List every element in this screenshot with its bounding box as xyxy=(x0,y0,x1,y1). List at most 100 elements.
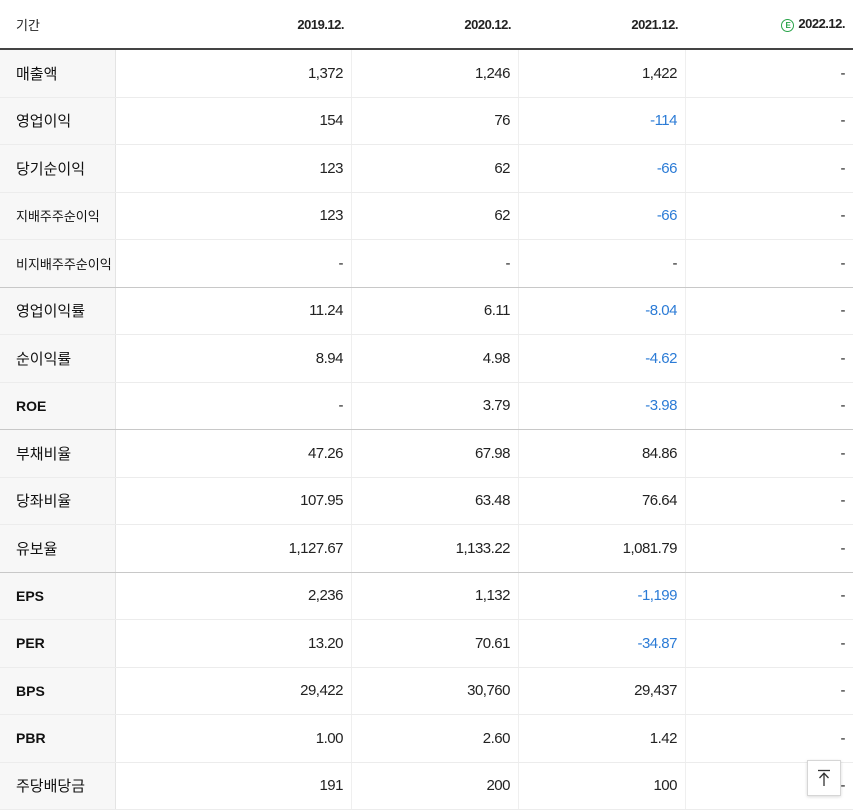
table-row: PER 13.20 70.61 -34.87 - xyxy=(0,620,853,668)
arrow-up-to-top-icon xyxy=(818,769,830,786)
table-cell: 100 xyxy=(519,762,686,809)
table-cell: - xyxy=(840,539,846,557)
table-cell: 84.86 xyxy=(519,430,686,477)
table-cell: 2.60 xyxy=(352,715,519,762)
table-cell: 1,246 xyxy=(352,50,519,97)
column-header-2021: 2021.12. xyxy=(631,16,678,32)
table-header: 기간 2019.12. 2020.12. 2021.12. E 2022.12. xyxy=(0,0,853,50)
table-cell: 1,132 xyxy=(352,572,519,619)
table-cell: 191 xyxy=(116,762,352,809)
table-row: PBR 1.00 2.60 1.42 - xyxy=(0,715,853,763)
table-cell: - xyxy=(116,382,352,429)
table-cell: 8.94 xyxy=(116,335,352,382)
row-label: 유보율 xyxy=(0,525,116,572)
table-cell: 70.61 xyxy=(352,620,519,667)
table-cell: 4.98 xyxy=(352,335,519,382)
table-cell: 1,127.67 xyxy=(116,525,352,572)
table-cell: 29,437 xyxy=(519,667,686,714)
table-cell: 30,760 xyxy=(352,667,519,714)
table-cell: 107.95 xyxy=(116,477,352,524)
table-cell: 1.42 xyxy=(519,715,686,762)
table-row: 영업이익 154 76 -114 - xyxy=(0,97,853,145)
table-cell: 2,236 xyxy=(116,572,352,619)
table-cell: 62 xyxy=(352,192,519,239)
table-row: 유보율 1,127.67 1,133.22 1,081.79 - xyxy=(0,525,853,573)
table-cell: 123 xyxy=(116,145,352,192)
table-cell: 1,422 xyxy=(519,50,686,97)
table-cell: -66 xyxy=(519,192,686,239)
table-row: 부채비율 47.26 67.98 84.86 - xyxy=(0,430,853,478)
table-cell: - xyxy=(840,112,846,130)
table-cell: - xyxy=(840,587,846,605)
table-row: BPS 29,422 30,760 29,437 - xyxy=(0,667,853,715)
table-cell: -114 xyxy=(519,97,686,144)
table-cell: - xyxy=(840,634,846,652)
table-cell: -4.62 xyxy=(519,335,686,382)
table-cell: - xyxy=(352,240,519,287)
table-cell: 63.48 xyxy=(352,477,519,524)
row-label: BPS xyxy=(0,667,116,714)
table-body: 매출액 1,372 1,246 1,422- 영업이익 154 76 -114- 당기순이익 12… xyxy=(0,50,853,810)
table-row: 당좌비율 107.95 63.48 76.64 - xyxy=(0,477,853,525)
table-cell: - xyxy=(840,349,846,367)
table-cell: 200 xyxy=(352,762,519,809)
column-header-2022: E 2022.12. xyxy=(686,16,853,32)
table-cell: - xyxy=(116,240,352,287)
estimate-badge-icon: E xyxy=(781,18,795,32)
table-cell: -8.04 xyxy=(519,287,686,334)
table-row: ROE -3.79 -3.98- xyxy=(0,382,853,430)
table-row: 순이익률 8.94 4.98 -4.62 - xyxy=(0,335,853,383)
table-cell: -3.98 xyxy=(519,382,686,429)
row-label: PBR xyxy=(0,715,116,762)
table-row: 매출액 1,372 1,246 1,422 - xyxy=(0,50,853,98)
table-cell: - xyxy=(840,682,846,700)
table-cell: 1,372 xyxy=(116,50,352,97)
table-row: 지배주주순이익 123 62 -66 - xyxy=(0,192,853,240)
table-cell: 1.00 xyxy=(116,715,352,762)
row-label: 매출액 xyxy=(0,50,116,97)
table-cell: 62 xyxy=(352,145,519,192)
row-label: 지배주주순이익 xyxy=(0,192,116,239)
row-label: 영업이익률 xyxy=(0,287,116,334)
row-label: 당기순이익 xyxy=(0,145,116,192)
table-cell: 29,422 xyxy=(116,667,352,714)
row-label: 순이익률 xyxy=(0,335,116,382)
row-label: PER xyxy=(0,620,116,667)
table-row: EPS 2,236 1,132 -1,199 - xyxy=(0,572,853,620)
table-cell: - xyxy=(840,729,846,747)
row-label: 비지배주주순이익 xyxy=(0,240,116,287)
period-label: 기간 xyxy=(16,17,40,33)
table-cell: -66 xyxy=(519,145,686,192)
row-label: 주당배당금 xyxy=(0,762,116,809)
financial-summary-table: 기간 2019.12. 2020.12. 2021.12. E 2022.12. … xyxy=(0,0,853,810)
row-label: EPS xyxy=(0,572,116,619)
column-header-2022-label: 2022.12. xyxy=(798,16,845,32)
table-cell: -1,199 xyxy=(519,572,686,619)
table-cell: 13.20 xyxy=(116,620,352,667)
table-cell: 47.26 xyxy=(116,430,352,477)
table-cell: 154 xyxy=(116,97,352,144)
table-row: 주당배당금 191 200 100- xyxy=(0,762,853,810)
row-label: 부채비율 xyxy=(0,430,116,477)
scroll-to-top-button[interactable] xyxy=(807,760,841,796)
table-cell: 1,081.79 xyxy=(519,525,686,572)
table-row: 영업이익률 11.24 6.11 -8.04 - xyxy=(0,287,853,335)
table-cell: 67.98 xyxy=(352,430,519,477)
table-cell: - xyxy=(840,302,846,320)
table-cell: - xyxy=(840,207,846,225)
column-header-2020: 2020.12. xyxy=(464,16,511,32)
table-cell: - xyxy=(840,159,846,177)
table-cell: 123 xyxy=(116,192,352,239)
table-cell: - xyxy=(840,254,846,272)
table-row: 비지배주주순이익 - - - - xyxy=(0,240,853,288)
table-row: 당기순이익 123 62 -66 - xyxy=(0,145,853,193)
table-cell: - xyxy=(840,397,846,415)
table-cell: 6.11 xyxy=(352,287,519,334)
table-cell: 11.24 xyxy=(116,287,352,334)
row-label: 영업이익 xyxy=(0,97,116,144)
table-cell: - xyxy=(840,64,846,82)
table-cell: -34.87 xyxy=(519,620,686,667)
table-cell: - xyxy=(840,492,846,510)
table-cell: 76.64 xyxy=(519,477,686,524)
table-cell: - xyxy=(519,240,686,287)
